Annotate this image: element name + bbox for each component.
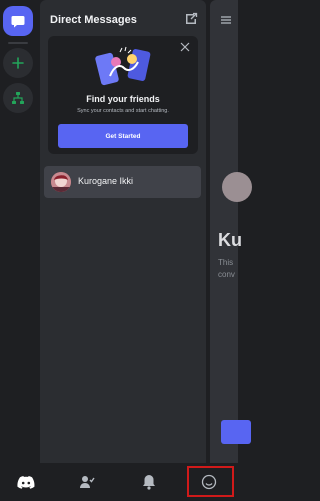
explore-servers-button[interactable] (3, 83, 33, 113)
card-heading: Find your friends (86, 94, 160, 104)
nav-friends[interactable] (76, 471, 98, 493)
direct-messages-panel: Direct Messages Find your friends Sync y… (40, 0, 206, 463)
peek-button[interactable] (221, 420, 251, 444)
rail-separator (8, 42, 28, 44)
plus-icon (12, 57, 24, 69)
chat-bubble-icon (11, 15, 25, 27)
nav-notifications[interactable] (138, 471, 160, 493)
close-icon[interactable] (180, 42, 190, 52)
server-rail (0, 0, 36, 463)
friends-illustration (95, 46, 151, 86)
panel-title: Direct Messages (50, 14, 137, 26)
menu-icon[interactable] (221, 16, 231, 24)
find-friends-card: Find your friends Sync your contacts and… (48, 36, 198, 154)
dm-list-item[interactable]: Kurogane Ikki (44, 166, 201, 198)
add-server-button[interactable] (3, 48, 33, 78)
nav-home[interactable] (15, 471, 37, 493)
dm-username: Kurogane Ikki (78, 176, 134, 186)
bell-icon (143, 475, 155, 490)
direct-messages-button[interactable] (3, 6, 33, 36)
get-started-button[interactable]: Get Started (58, 124, 188, 148)
new-message-icon[interactable] (184, 12, 198, 26)
nav-you-highlight (187, 466, 234, 497)
card-subtext: Sync your contacts and start chatting. (77, 108, 169, 114)
hierarchy-icon (12, 92, 24, 104)
friends-icon (80, 476, 95, 488)
peek-text-line: This (218, 258, 234, 267)
avatar (51, 172, 71, 192)
chat-panel-peek: Ku This conv (210, 0, 252, 463)
discord-home-icon (17, 476, 35, 489)
peek-avatar (222, 172, 252, 202)
peek-title: Ku (218, 230, 242, 250)
peek-text-line: conv (218, 270, 235, 279)
